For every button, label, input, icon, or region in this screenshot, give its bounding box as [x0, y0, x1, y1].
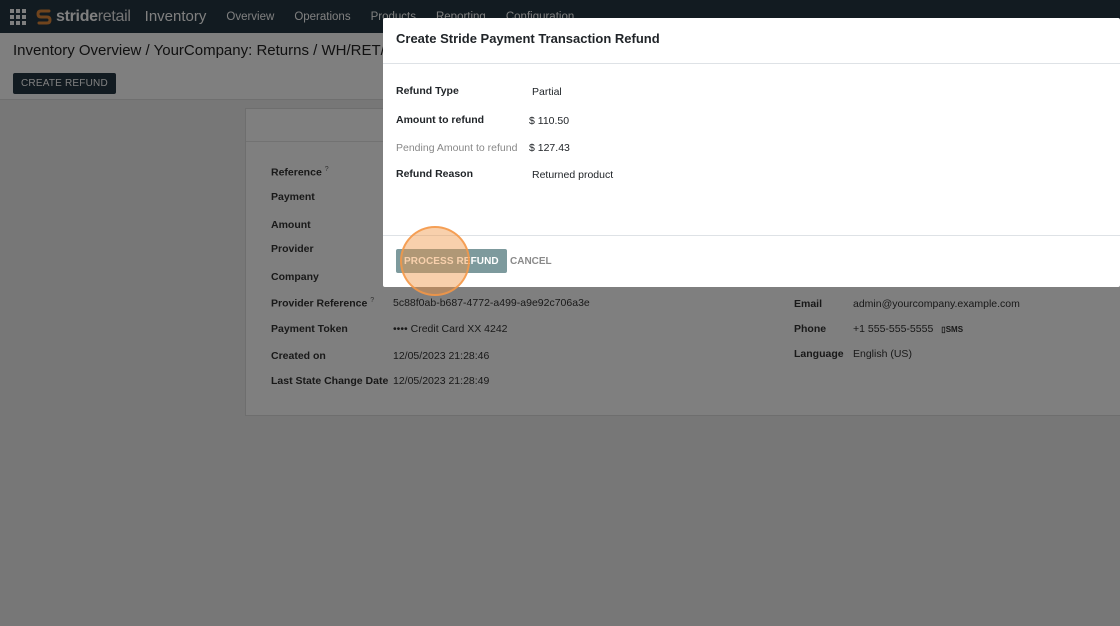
dialog-footer: PROCESS REFUND CANCEL: [383, 236, 1120, 287]
refund-type-label: Refund Type: [396, 85, 459, 97]
process-refund-button[interactable]: PROCESS REFUND: [396, 249, 507, 273]
refund-reason-field[interactable]: Returned product: [532, 169, 613, 181]
refund-type-value[interactable]: Partial: [532, 86, 562, 98]
dialog-header: Create Stride Payment Transaction Refund: [383, 18, 1120, 64]
refund-reason-label: Refund Reason: [396, 168, 474, 180]
amount-to-refund-label: Amount to refund: [396, 114, 485, 126]
amount-to-refund-field[interactable]: $ 110.50: [529, 115, 569, 127]
dialog-title: Create Stride Payment Transaction Refund: [396, 31, 660, 46]
dialog-body: Refund Type Partial Amount to refund $ 1…: [383, 64, 1120, 236]
refund-dialog: Create Stride Payment Transaction Refund…: [383, 18, 1120, 287]
cancel-button[interactable]: CANCEL: [503, 249, 559, 273]
pending-amount-value: $ 127.43: [529, 142, 570, 154]
pending-amount-label: Pending Amount to refund: [396, 142, 518, 154]
